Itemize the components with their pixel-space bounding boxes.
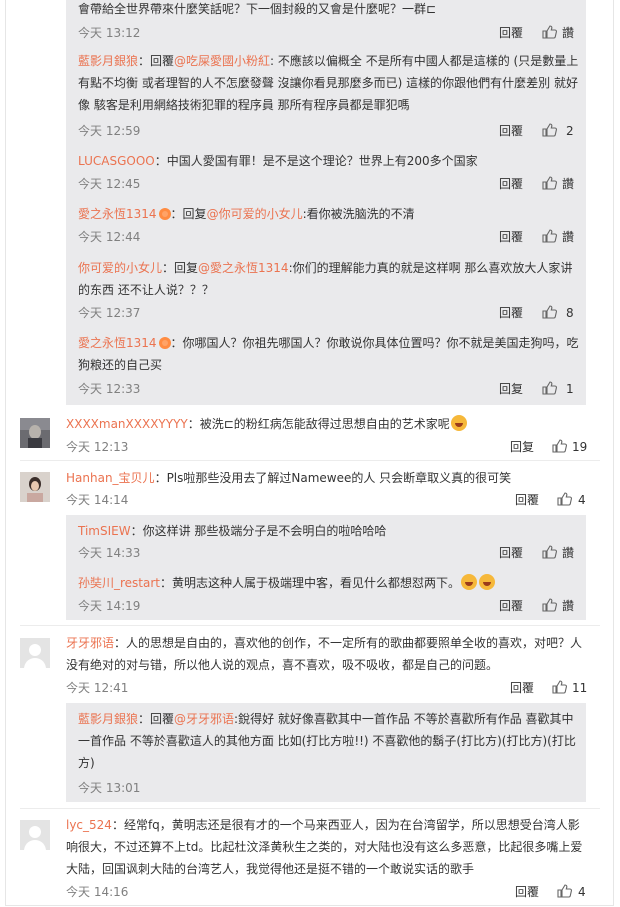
comment-text: 藍影月銀狼：回覆@吃屎愛國小粉紅: 不應該以偏概全 不是所有中國人都是這樣的 (… (78, 54, 579, 112)
comment-time: 今天 12:44 (78, 230, 141, 244)
commenter-name[interactable]: 藍影月銀狼 (78, 54, 138, 68)
comment-time: 今天 12:59 (78, 124, 141, 138)
avatar[interactable] (20, 638, 50, 668)
commenter-name[interactable]: Hanhan_宝贝儿 (66, 471, 155, 485)
commenter-name[interactable]: LUCASGOOO (78, 154, 155, 168)
mention-link[interactable]: @你可爱的小女儿 (207, 207, 303, 221)
reply-button[interactable]: 回复 (510, 439, 534, 455)
like-count: 11 (572, 681, 588, 695)
comment-time: 今天 14:33 (78, 546, 141, 560)
comment-text: 會帶給全世界帶來什麼笑話呢？下一個封殺的又會是什麼呢？一群⊏ (78, 2, 437, 16)
thumbs-up-icon[interactable] (542, 381, 557, 395)
commenter-name[interactable]: XXXXmanXXXXYYYY (66, 417, 188, 431)
comment-time: 今天 12:13 (66, 440, 129, 454)
comment-time: 今天 14:19 (78, 599, 141, 613)
comment-time: 今天 12:45 (78, 177, 141, 191)
avatar[interactable] (20, 820, 50, 850)
divider (20, 625, 600, 626)
comment-text: lyc_524：经常fq，黄明志还是很有才的一个马来西亚人，因为在台湾留学，所以… (66, 818, 583, 876)
laughing-face-icon (461, 574, 478, 590)
like-label: 讚 (562, 230, 575, 244)
reply-button[interactable]: 回覆 (510, 680, 534, 696)
commenter-name[interactable]: 牙牙邪语 (66, 636, 114, 650)
commenter-name[interactable]: 愛之永恆1314 (78, 336, 157, 350)
comment-text: 你可爱的小女儿：回复@愛之永恆1314:你们的理解能力真的就是这样啊 那么喜欢放… (78, 261, 573, 297)
thumbs-up-icon[interactable] (542, 305, 557, 319)
avatar[interactable] (20, 418, 50, 448)
reply-button[interactable]: 回覆 (499, 25, 523, 41)
reply-button[interactable]: 回覆 (499, 123, 523, 139)
comment-time: 今天 14:14 (66, 493, 129, 507)
reply-button[interactable]: 回覆 (499, 545, 523, 561)
commenter-name[interactable]: lyc_524 (66, 818, 112, 832)
comment-text: 愛之永恆1314 ：回复@你可爱的小女儿:看你被洗脑洗的不清 (78, 207, 415, 221)
thumbs-up-icon[interactable] (542, 545, 557, 559)
commenter-name[interactable]: TimSIEW (78, 524, 131, 538)
comment-text: LUCASGOOO：中国人愛国有罪！是不是这个理论？世界上有200多个国家 (78, 154, 478, 168)
reply-button[interactable]: 回覆 (499, 305, 523, 321)
divider (20, 808, 600, 809)
thumbs-up-icon[interactable] (542, 176, 557, 190)
mention-link[interactable]: @愛之永恆1314 (198, 261, 289, 275)
comment-text: XXXXmanXXXXYYYY：被洗⊏的粉红病怎能敌得过思想自由的艺术家呢 (66, 413, 596, 435)
thumbs-up-icon[interactable] (542, 229, 557, 243)
like-label: 讚 (562, 599, 575, 613)
mention-link[interactable]: @吃屎愛國小粉紅 (174, 54, 270, 68)
like-count: 2 (566, 124, 574, 138)
commenter-name[interactable]: 藍影月銀狼 (78, 712, 138, 726)
divider (20, 460, 600, 461)
comment-text: 愛之永恆1314 ：你哪国人？你祖先哪国人？你敢说你具体位置吗？你不就是美国走狗吗… (78, 336, 579, 372)
fan-badge-icon (158, 208, 171, 220)
comment-text: Hanhan_宝贝儿：Pls啦那些没用去了解过Namewee的人 只会断章取义真… (66, 471, 512, 485)
comment-time: 今天 13:12 (78, 26, 141, 40)
thumbs-up-icon[interactable] (557, 492, 572, 506)
mention-link[interactable]: @牙牙邪语 (174, 712, 234, 726)
like-count: 8 (566, 306, 574, 320)
reply-button[interactable]: 回覆 (499, 598, 523, 614)
commenter-name[interactable]: 孙奘川_restart (78, 576, 160, 590)
commenter-name[interactable]: 你可爱的小女儿 (78, 261, 162, 275)
comment-text: 牙牙邪语：人的思想是自由的，喜欢他的创作，不一定所有的歌曲都要照单全收的喜欢，对… (66, 636, 583, 672)
thumbs-up-icon[interactable] (552, 680, 567, 694)
thumbs-up-icon[interactable] (552, 439, 567, 453)
laughing-face-icon (479, 574, 496, 590)
comment-text: 藍影月銀狼：回覆@牙牙邪语:銳得好 就好像喜歡其中一首作品 不等於喜歡所有作品 … (78, 712, 576, 770)
like-label: 讚 (562, 546, 575, 560)
like-label: 讚 (562, 177, 575, 191)
like-label: 讚 (562, 26, 575, 40)
commenter-name[interactable]: 愛之永恆1314 (78, 207, 157, 221)
comment-time: 今天 12:41 (66, 681, 129, 695)
comment-time: 今天 12:33 (78, 382, 141, 396)
comment-text: TimSIEW：你这样讲 那些极端分子是不会明白的啦哈哈哈 (78, 524, 387, 538)
like-count: 4 (578, 885, 586, 899)
thumbs-up-icon[interactable] (542, 123, 557, 137)
thumbs-up-icon[interactable] (557, 884, 572, 898)
like-count: 1 (566, 382, 574, 396)
comment-time: 今天 13:01 (78, 781, 141, 795)
like-count: 19 (572, 440, 588, 454)
reply-button[interactable]: 回复 (499, 381, 523, 397)
comment-text: 孙奘川_restart：黄明志这种人属于极端理中客，看见什么都想怼两下。 (78, 572, 582, 594)
reply-button[interactable]: 回覆 (499, 229, 523, 245)
reply-button[interactable]: 回覆 (499, 176, 523, 192)
laughing-face-icon (450, 415, 467, 431)
reply-button[interactable]: 回覆 (515, 492, 539, 508)
fan-badge-icon (158, 337, 171, 349)
comment-time: 今天 14:16 (66, 885, 129, 899)
comment-time: 今天 12:37 (78, 306, 141, 320)
thumbs-up-icon[interactable] (542, 598, 557, 612)
thumbs-up-icon[interactable] (542, 25, 557, 39)
avatar[interactable] (20, 472, 50, 502)
like-count: 4 (578, 493, 586, 507)
reply-button[interactable]: 回覆 (515, 884, 539, 900)
